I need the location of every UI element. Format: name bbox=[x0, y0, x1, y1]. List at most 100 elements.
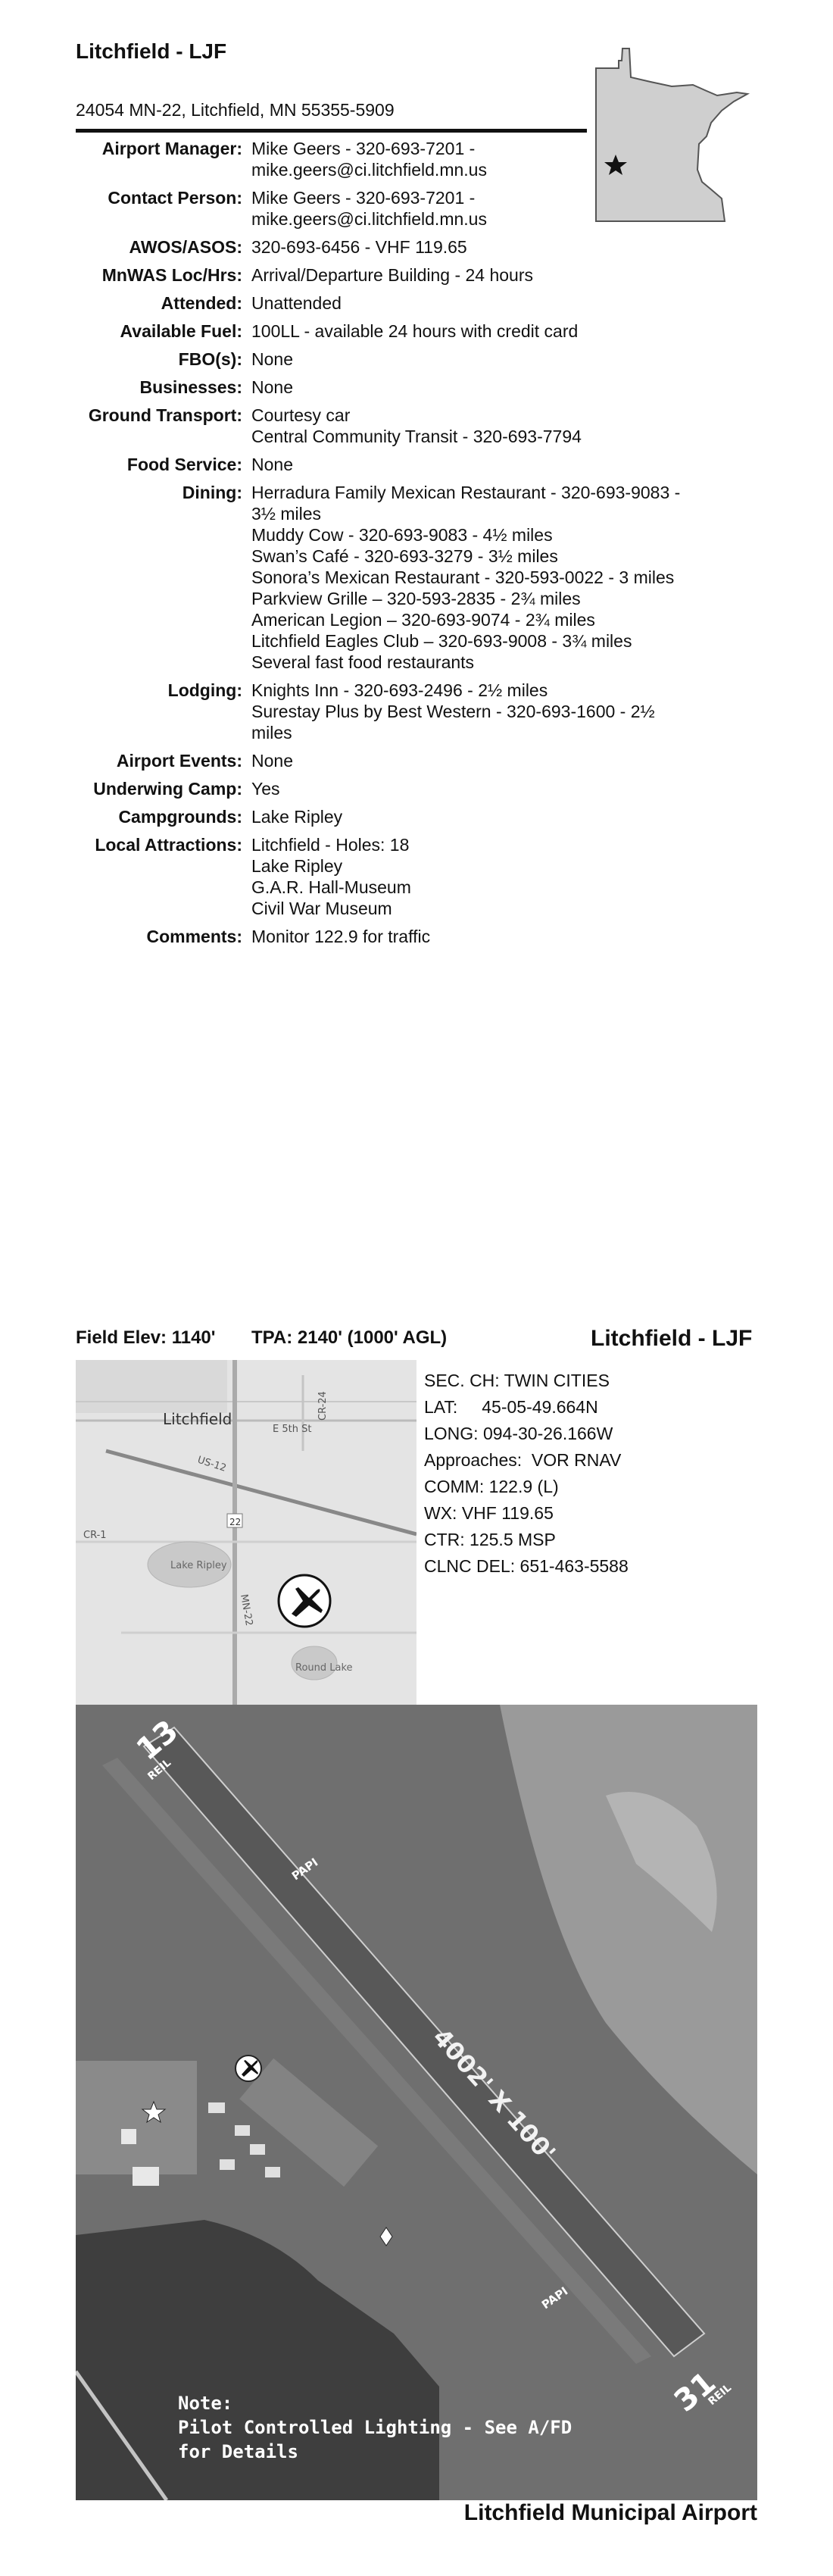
info-value-line: 100LL - available 24 hours with credit c… bbox=[251, 321, 579, 341]
clearance-delivery: CLNC DEL: 651-463-5588 bbox=[424, 1556, 629, 1576]
info-value: Courtesy car Central Community Transit - … bbox=[251, 405, 721, 447]
sectional-chart: SEC. CH: TWIN CITIES bbox=[424, 1371, 610, 1390]
airport-details: SEC. CH: TWIN CITIES LAT: 45-05-49.664N … bbox=[424, 1368, 629, 1580]
info-row: Contact Person: Mike Geers - 320-693-7201… bbox=[72, 187, 723, 230]
info-value-line: None bbox=[251, 751, 293, 771]
location-map: Litchfield E 5th St CR-24 US-12 CR-1 MN-… bbox=[76, 1360, 416, 1705]
info-label: Airport Manager: bbox=[101, 139, 242, 158]
info-value-line: Knights Inn - 320-693-2496 - 2½ miles bbox=[251, 680, 548, 700]
info-value-line: None bbox=[251, 377, 293, 397]
info-row: Businesses: None bbox=[72, 377, 723, 398]
info-value-line: Lake Ripley bbox=[251, 807, 343, 827]
info-value-line: Arrival/Departure Building - 24 hours bbox=[251, 265, 534, 285]
map-road-label: CR-24 bbox=[317, 1391, 329, 1421]
info-row: Underwing Camp: Yes bbox=[72, 778, 723, 799]
info-row: Local Attractions: Litchfield - Holes: 18… bbox=[72, 834, 723, 919]
airport-title: Litchfield - LJF bbox=[76, 39, 227, 63]
info-value-line: Several fast food restaurants bbox=[251, 652, 475, 672]
info-row: FBO(s): None bbox=[72, 349, 723, 370]
airport-name-footer: Litchfield Municipal Airport bbox=[463, 2500, 757, 2525]
map-road-label: E 5th St bbox=[273, 1424, 311, 1435]
info-value-line: American Legion – 320-693-9074 - 2¾ mile… bbox=[251, 610, 595, 630]
airport-address: 24054 MN-22, Litchfield, MN 55355-5909 bbox=[76, 100, 395, 120]
info-value-line: Yes bbox=[251, 779, 280, 799]
info-value: 320-693-6456 - VHF 119.65 bbox=[251, 236, 721, 258]
info-value: Unattended bbox=[251, 292, 721, 314]
info-value: Monitor 122.9 for traffic bbox=[251, 926, 721, 947]
info-label: MnWAS Loc/Hrs: bbox=[101, 265, 242, 285]
info-value-line: Civil War Museum bbox=[251, 899, 392, 918]
info-value-line: Mike Geers - 320-693-7201 - bbox=[251, 188, 476, 208]
info-value: Litchfield - Holes: 18 Lake Ripley G.A.R. … bbox=[251, 834, 721, 919]
info-value-line: mike.geers@ci.litchfield.mn.us bbox=[251, 209, 487, 229]
lighting-note-title: Note: bbox=[178, 2393, 232, 2414]
info-value-line: Litchfield - Holes: 18 bbox=[251, 835, 410, 855]
info-row: Campgrounds: Lake Ripley bbox=[72, 806, 723, 827]
info-row: Attended: Unattended bbox=[72, 292, 723, 314]
info-value: None bbox=[251, 454, 721, 475]
info-value-line: Lake Ripley bbox=[251, 856, 343, 876]
info-value-line: Muddy Cow - 320-693-9083 - 4½ miles bbox=[251, 525, 553, 545]
info-row: Dining: Herradura Family Mexican Restaura… bbox=[72, 482, 723, 673]
info-value: Knights Inn - 320-693-2496 - 2½ miles Sur… bbox=[251, 680, 721, 743]
info-row: Comments: Monitor 122.9 for traffic bbox=[72, 926, 723, 947]
info-value-line: Swan’s Café - 320-693-3279 - 3½ miles bbox=[251, 546, 558, 566]
info-label: Businesses: bbox=[139, 377, 242, 397]
info-label: Food Service: bbox=[126, 455, 242, 474]
info-label: Contact Person: bbox=[108, 188, 242, 208]
map-highway-shield: 22 bbox=[229, 1517, 241, 1527]
info-value: 100LL - available 24 hours with credit c… bbox=[251, 320, 721, 342]
map-road-label: CR-1 bbox=[83, 1530, 107, 1541]
info-value-line: Litchfield Eagles Club – 320-693-9008 - … bbox=[251, 631, 632, 651]
info-value-line: None bbox=[251, 349, 293, 369]
info-label: Lodging: bbox=[167, 680, 242, 700]
info-value-line: Sonora’s Mexican Restaurant - 320-593-00… bbox=[251, 567, 675, 587]
field-elevation: Field Elev: 1140' bbox=[76, 1327, 216, 1348]
info-label: Local Attractions: bbox=[95, 835, 242, 855]
info-label: FBO(s): bbox=[178, 349, 242, 369]
map-lake-label: Lake Ripley bbox=[170, 1560, 227, 1571]
info-row: Airport Manager: Mike Geers - 320-693-720… bbox=[72, 138, 723, 180]
info-value-line: Monitor 122.9 for traffic bbox=[251, 927, 431, 946]
info-value-line: Central Community Transit - 320-693-7794 bbox=[251, 427, 582, 446]
map-lake-label: Round Lake bbox=[295, 1662, 353, 1674]
weather-frequency: WX: VHF 119.65 bbox=[424, 1503, 554, 1523]
info-value-line: Parkview Grille – 320-593-2835 - 2¾ mile… bbox=[251, 589, 581, 608]
info-value-line: mike.geers@ci.litchfield.mn.us bbox=[251, 160, 487, 180]
traffic-pattern-altitude: TPA: 2140' (1000' AGL) bbox=[251, 1327, 448, 1348]
info-row: Available Fuel: 100LL - available 24 hour… bbox=[72, 320, 723, 342]
info-value: Yes bbox=[251, 778, 721, 799]
longitude: LONG: 094-30-26.166W bbox=[424, 1424, 613, 1443]
info-label: Available Fuel: bbox=[120, 321, 242, 341]
info-row: Food Service: None bbox=[72, 454, 723, 475]
airport-info-table: Airport Manager: Mike Geers - 320-693-720… bbox=[72, 138, 723, 954]
info-row: AWOS/ASOS: 320-693-6456 - VHF 119.65 bbox=[72, 236, 723, 258]
info-value-line: Mike Geers - 320-693-7201 - bbox=[251, 139, 476, 158]
airport-plane-icon bbox=[277, 1574, 332, 1628]
info-row: MnWAS Loc/Hrs: Arrival/Departure Building… bbox=[72, 264, 723, 286]
info-value-line: 320-693-6456 - VHF 119.65 bbox=[251, 237, 467, 257]
info-value: Lake Ripley bbox=[251, 806, 721, 827]
aerial-airport-diagram: 4002' X 100' 13 REIL 31 REIL PAPI PAPI N… bbox=[76, 1705, 757, 2500]
info-value-line: Unattended bbox=[251, 293, 342, 313]
info-value-line: 3½ miles bbox=[251, 504, 322, 524]
info-value: Arrival/Departure Building - 24 hours bbox=[251, 264, 721, 286]
info-label: Airport Events: bbox=[116, 751, 242, 771]
header-divider bbox=[76, 129, 587, 133]
info-value-line: G.A.R. Hall-Museum bbox=[251, 877, 411, 897]
lighting-note-line2: for Details bbox=[178, 2441, 298, 2462]
info-row: Lodging: Knights Inn - 320-693-2496 - 2½ … bbox=[72, 680, 723, 743]
info-value-line: Surestay Plus by Best Western - 320-693-… bbox=[251, 702, 655, 721]
info-label: Attended: bbox=[161, 293, 242, 313]
info-label: Dining: bbox=[182, 483, 242, 502]
info-value: Herradura Family Mexican Restaurant - 32… bbox=[251, 482, 721, 673]
info-label: Underwing Camp: bbox=[93, 779, 242, 799]
lighting-note-line1: Pilot Controlled Lighting - See A/FD bbox=[178, 2417, 572, 2438]
center-frequency: CTR: 125.5 MSP bbox=[424, 1530, 556, 1549]
info-value: None bbox=[251, 349, 721, 370]
info-label: AWOS/ASOS: bbox=[129, 237, 242, 257]
info-value-line: Herradura Family Mexican Restaurant - 32… bbox=[251, 483, 681, 502]
approaches: Approaches: VOR RNAV bbox=[424, 1450, 622, 1470]
info-value: Mike Geers - 320-693-7201 - mike.geers@ci… bbox=[251, 187, 721, 230]
info-value: None bbox=[251, 377, 721, 398]
